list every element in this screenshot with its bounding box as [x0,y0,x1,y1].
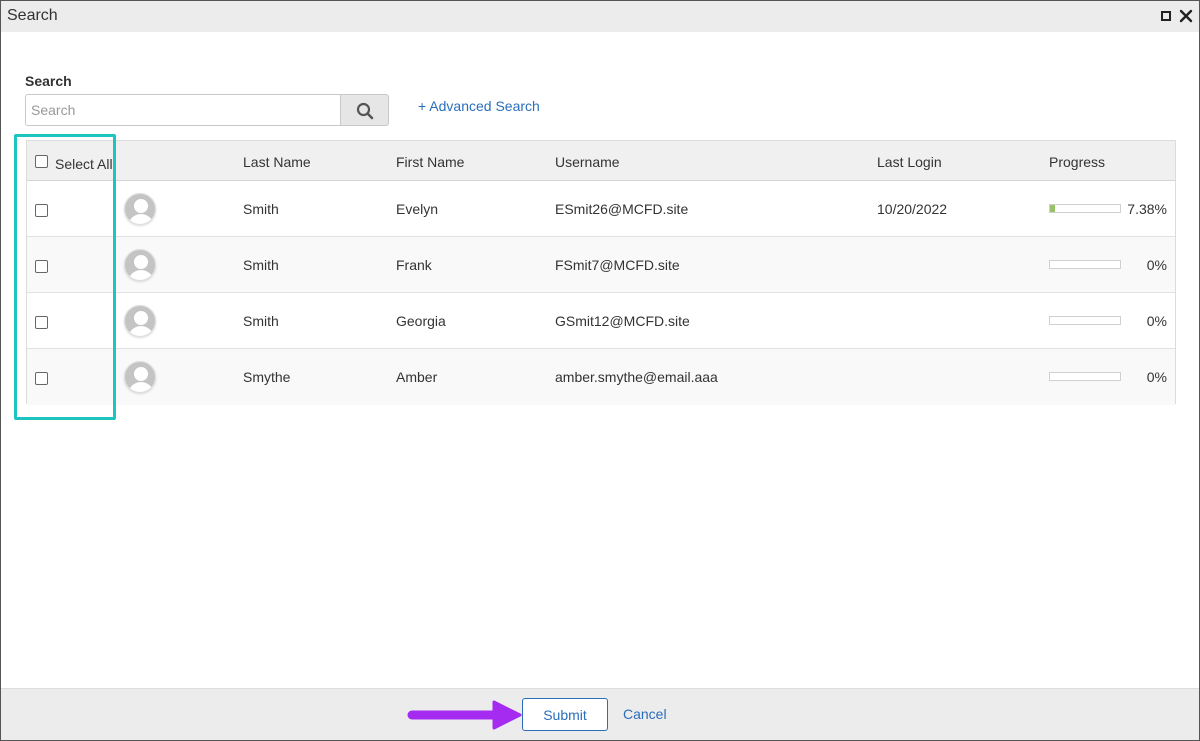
username-cell: FSmit7@MCFD.site [555,257,680,273]
header-progress[interactable]: Progress [1049,154,1105,170]
last-name-cell: Smith [243,201,279,217]
first-name-cell: Frank [396,257,432,273]
last-name-cell: Smythe [243,369,291,385]
header-last-name[interactable]: Last Name [243,154,311,170]
search-label: Search [25,73,72,89]
maximize-icon[interactable] [1160,9,1174,23]
dialog-title: Search [7,7,58,24]
table-row[interactable]: Smythe Amber amber.smythe@email.aaa 0% [27,349,1175,405]
user-avatar-icon [124,249,156,281]
submit-button[interactable]: Submit [522,698,608,731]
username-cell: ESmit26@MCFD.site [555,201,689,217]
last-name-cell: Smith [243,257,279,273]
search-dialog: Search Search + Advanced Search Select A… [0,0,1200,741]
table-row[interactable]: Smith Frank FSmit7@MCFD.site 0% [27,237,1175,293]
last-login-cell: 10/20/2022 [877,201,948,217]
progress-percent: 0% [1146,257,1167,273]
username-cell: GSmit12@MCFD.site [555,313,690,329]
progress-percent: 0% [1146,313,1167,329]
title-bar: Search [1,1,1199,32]
progress-bar [1049,260,1121,269]
cancel-link[interactable]: Cancel [623,706,667,722]
first-name-cell: Georgia [396,313,446,329]
progress-percent: 7.38% [1127,201,1167,217]
username-cell: amber.smythe@email.aaa [555,369,718,385]
progress-percent: 0% [1146,369,1167,385]
progress-bar [1049,372,1121,381]
header-last-login[interactable]: Last Login [877,154,942,170]
first-name-cell: Evelyn [396,201,439,217]
last-name-cell: Smith [243,313,279,329]
table-row[interactable]: Smith Evelyn ESmit26@MCFD.site 10/20/202… [27,181,1175,237]
user-avatar-icon [124,193,156,225]
first-name-cell: Amber [396,369,438,385]
user-avatar-icon [124,361,156,393]
results-table: Select All Last Name First Name Username… [26,140,1176,405]
header-username[interactable]: Username [555,154,620,170]
table-row[interactable]: Smith Georgia GSmit12@MCFD.site 0% [27,293,1175,349]
progress-bar [1049,316,1121,325]
table-header: Select All Last Name First Name Username… [27,141,1175,181]
user-avatar-icon [124,305,156,337]
search-input[interactable] [25,94,341,126]
dialog-footer: Submit Cancel [1,688,1199,740]
search-button[interactable] [340,94,389,126]
arrow-annotation-icon [407,700,522,730]
advanced-search-link[interactable]: + Advanced Search [418,98,540,114]
header-first-name[interactable]: First Name [396,154,464,170]
progress-bar [1049,204,1121,213]
search-icon [356,102,374,120]
close-icon[interactable] [1179,9,1193,23]
checkbox-column-highlight [14,134,116,420]
